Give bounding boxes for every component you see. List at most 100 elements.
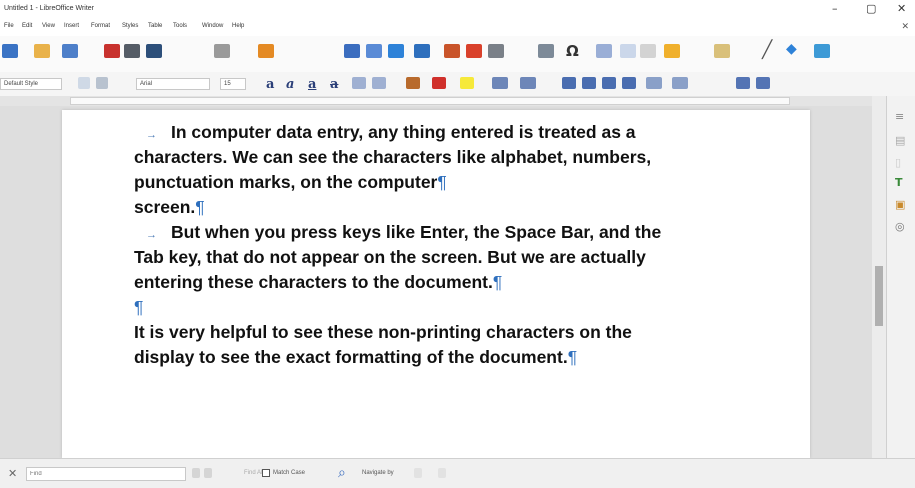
numbered-list-icon[interactable]: [520, 77, 536, 89]
align-center-icon[interactable]: [582, 77, 596, 89]
find-next-icon[interactable]: [204, 468, 212, 478]
formatting-marks-icon[interactable]: [388, 44, 404, 58]
insert-shape-icon[interactable]: [714, 44, 730, 58]
justify-icon[interactable]: [622, 77, 636, 89]
navigator-icon[interactable]: ◎: [895, 220, 905, 233]
print-preview-icon[interactable]: [146, 44, 162, 58]
line-text: entering these characters to the documen…: [134, 272, 493, 292]
font-name-select[interactable]: Arial: [136, 78, 210, 90]
menu-file[interactable]: File: [4, 23, 14, 29]
insert-image-icon[interactable]: [444, 44, 460, 58]
horizontal-ruler[interactable]: [0, 96, 915, 106]
insert-text-box-icon[interactable]: [488, 44, 504, 58]
maximize-button[interactable]: ▢: [866, 2, 876, 15]
new-document-icon[interactable]: [2, 44, 18, 58]
menu-edit[interactable]: Edit: [22, 23, 32, 29]
insert-table-icon[interactable]: [414, 44, 430, 58]
close-find-bar-button[interactable]: ✕: [8, 467, 17, 480]
footnote-icon[interactable]: [620, 44, 636, 58]
match-case-checkbox[interactable]: [262, 469, 270, 477]
menu-table[interactable]: Table: [148, 23, 162, 29]
title-bar: Untitled 1 - LibreOffice Writer – ▢ ✕: [0, 0, 915, 22]
sidebar-menu-icon[interactable]: ≡: [895, 110, 904, 123]
track-changes-icon[interactable]: [664, 44, 680, 58]
bullet-list-icon[interactable]: [492, 77, 508, 89]
update-style-icon[interactable]: [78, 77, 90, 89]
find-replace-icon[interactable]: ⌕: [338, 465, 346, 481]
menu-window[interactable]: Window: [202, 23, 223, 29]
menu-tools[interactable]: Tools: [173, 23, 187, 29]
new-style-icon[interactable]: [96, 77, 108, 89]
insert-line-icon[interactable]: ╱: [762, 40, 772, 60]
line-text: characters. We can see the characters li…: [134, 147, 652, 167]
increase-indent-icon[interactable]: [672, 77, 688, 89]
italic-button[interactable]: a: [286, 77, 294, 92]
font-color-icon[interactable]: [432, 77, 446, 89]
subscript-icon[interactable]: [372, 77, 386, 89]
decrease-paragraph-spacing-icon[interactable]: [736, 77, 750, 89]
clone-formatting-icon[interactable]: [258, 44, 274, 58]
line-text: display to see the exact formatting of t…: [134, 347, 568, 367]
paragraph-mark: ¶: [567, 347, 578, 367]
special-character-icon[interactable]: Ω: [566, 42, 579, 60]
page-icon[interactable]: ▯: [895, 156, 901, 169]
hyperlink-icon[interactable]: [596, 44, 612, 58]
find-previous-icon[interactable]: [192, 468, 200, 478]
align-left-icon[interactable]: [562, 77, 576, 89]
paragraph-style-select[interactable]: Default Style: [0, 78, 62, 90]
close-window-button[interactable]: ✕: [897, 2, 906, 15]
font-size-select[interactable]: 15: [220, 78, 246, 90]
ruler-text-area: [70, 97, 790, 105]
styles-icon[interactable]: T: [895, 176, 903, 189]
line-text: punctuation marks, on the computer: [134, 172, 438, 192]
close-document-icon[interactable]: ✕: [901, 22, 909, 32]
properties-icon[interactable]: ▤: [895, 134, 905, 147]
navigate-previous-icon[interactable]: [414, 468, 422, 478]
increase-paragraph-spacing-icon[interactable]: [756, 77, 770, 89]
menu-format[interactable]: Format: [91, 23, 110, 29]
bold-button[interactable]: a: [266, 77, 274, 92]
open-icon[interactable]: [34, 44, 50, 58]
paste-icon[interactable]: [214, 44, 230, 58]
document-workspace: → In computer data entry, any thing enter…: [0, 106, 872, 458]
print-icon[interactable]: [124, 44, 140, 58]
save-icon[interactable]: [62, 44, 78, 58]
insert-chart-icon[interactable]: [466, 44, 482, 58]
standard-toolbar: Ω ╱ ◆: [0, 36, 915, 72]
insert-field-icon[interactable]: [538, 44, 554, 58]
menu-help[interactable]: Help: [232, 23, 244, 29]
document-text[interactable]: → In computer data entry, any thing enter…: [134, 120, 734, 370]
line-text: It is very helpful to see these non-prin…: [134, 322, 632, 342]
minimize-button[interactable]: –: [832, 2, 838, 15]
text-line: Tab key, that do not appear on the scree…: [134, 245, 734, 270]
menu-insert[interactable]: Insert: [64, 23, 79, 29]
find-all-button[interactable]: Find All: [244, 470, 264, 476]
navigate-next-icon[interactable]: [438, 468, 446, 478]
paragraph-mark: ¶: [437, 172, 447, 192]
navigate-by-label: Navigate by: [362, 470, 394, 476]
strikethrough-button[interactable]: a: [330, 77, 338, 92]
superscript-icon[interactable]: [352, 77, 366, 89]
menu-styles[interactable]: Styles: [122, 23, 138, 29]
document-page[interactable]: → In computer data entry, any thing enter…: [62, 110, 810, 458]
insert-frame-icon[interactable]: [814, 44, 830, 58]
line-spacing-icon[interactable]: [646, 77, 662, 89]
export-pdf-icon[interactable]: [104, 44, 120, 58]
gallery-icon[interactable]: ▣: [895, 198, 905, 211]
comment-icon[interactable]: [640, 44, 656, 58]
menu-view[interactable]: View: [42, 23, 55, 29]
window-title: Untitled 1 - LibreOffice Writer: [4, 5, 94, 12]
spellcheck-icon[interactable]: [366, 44, 382, 58]
find-input[interactable]: [26, 467, 186, 481]
clear-formatting-icon[interactable]: [406, 77, 420, 89]
vertical-scrollbar[interactable]: [872, 96, 886, 458]
find-replace-icon[interactable]: [344, 44, 360, 58]
sidebar: ≡ ▤ ▯ T ▣ ◎: [886, 96, 915, 458]
align-right-icon[interactable]: [602, 77, 616, 89]
highlight-color-icon[interactable]: [460, 77, 474, 89]
basic-shapes-icon[interactable]: ◆: [786, 41, 797, 57]
underline-button[interactable]: a: [308, 77, 316, 92]
scrollbar-thumb[interactable]: [875, 266, 883, 326]
line-text: But when you press keys like Enter, the …: [171, 222, 662, 242]
text-line: → In computer data entry, any thing enter…: [134, 120, 734, 145]
